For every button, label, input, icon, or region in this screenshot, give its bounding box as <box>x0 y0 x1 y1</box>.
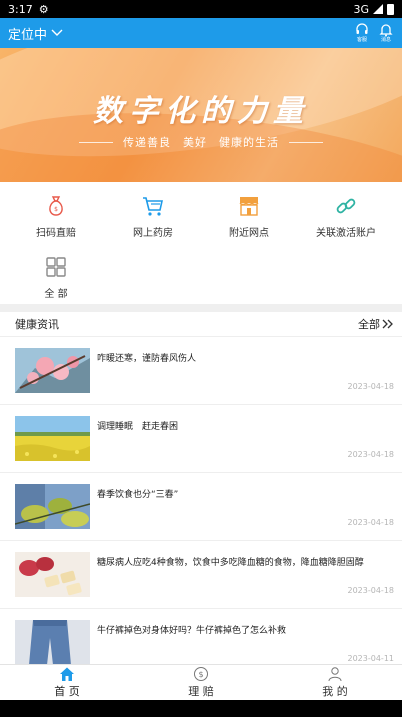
news-title: 牛仔裤掉色对身体好吗？牛仔裤掉色了怎么补救 <box>97 626 287 636</box>
tab-home[interactable]: 首 页 <box>0 665 134 700</box>
news-all-link[interactable]: 全部 <box>358 316 394 332</box>
signal-icon <box>373 4 383 14</box>
tab-claims-label: 理 赔 <box>188 685 214 698</box>
tab-profile[interactable]: 我 的 <box>268 665 402 700</box>
quick-menu: $ 扫码直赔 网上药房 附近网点 关联激活账户 全 部 <box>0 182 402 304</box>
system-navigation-bar <box>0 700 402 717</box>
news-item[interactable]: 调理睡眠 赶走春困 2023-04-18 <box>0 404 402 472</box>
tab-profile-label: 我 的 <box>322 685 348 698</box>
tab-home-label: 首 页 <box>54 685 80 698</box>
news-item[interactable]: 咋暖还寒，谨防春风伤人 2023-04-18 <box>0 336 402 404</box>
status-bar: 3:17 ⚙ 3G <box>0 0 402 18</box>
section-divider <box>0 304 402 312</box>
money-bag-icon: $ <box>49 196 63 216</box>
divider-line <box>79 141 113 143</box>
quick-nearby-outlets[interactable]: 附近网点 <box>201 194 297 239</box>
notifications-button[interactable]: 消息 <box>378 23 394 43</box>
user-icon <box>328 667 342 682</box>
news-title: 咋暖还寒，谨防春风伤人 <box>97 354 197 364</box>
news-all-label: 全部 <box>358 318 380 331</box>
banner-subtitle-row: 传递善良 美好 健康的生活 <box>0 134 402 150</box>
bottom-tab-bar: 首 页 $ 理 赔 我 的 <box>0 664 402 700</box>
network-label: 3G <box>353 2 369 16</box>
banner-subtitle: 传递善良 美好 健康的生活 <box>123 136 279 149</box>
news-title: 调理睡眠 赶走春困 <box>97 422 179 432</box>
blossom-image <box>15 348 90 393</box>
quick-all[interactable]: 全 部 <box>8 255 104 300</box>
customer-service-label: 客服 <box>356 37 367 43</box>
quick-online-pharmacy-label: 网上药房 <box>133 228 173 239</box>
quick-scan-claim[interactable]: $ 扫码直赔 <box>8 194 104 239</box>
bell-icon <box>379 24 393 37</box>
store-icon <box>239 197 259 216</box>
news-section-header: 健康资讯 全部 <box>0 312 402 336</box>
status-time: 3:17 <box>8 2 33 16</box>
news-date: 2023-04-18 <box>347 518 395 527</box>
news-section-title: 健康资讯 <box>15 318 59 331</box>
settings-gear-icon: ⚙ <box>38 2 49 16</box>
quick-scan-claim-label: 扫码直赔 <box>36 228 76 239</box>
quick-online-pharmacy[interactable]: 网上药房 <box>105 194 201 239</box>
food-image <box>15 552 90 597</box>
svg-text:$: $ <box>198 670 203 679</box>
headset-icon <box>356 23 368 34</box>
battery-icon <box>387 3 394 15</box>
notifications-label: 消息 <box>380 37 391 43</box>
news-date: 2023-04-18 <box>347 382 395 391</box>
news-item[interactable]: 糖尿病人应吃4种食物，饮食中多吃降血糖的食物，降血糖降胆固醇 2023-04-1… <box>0 540 402 608</box>
quick-link-account[interactable]: 关联激活账户 <box>298 194 394 239</box>
svg-text:$: $ <box>54 206 58 213</box>
quick-all-label: 全 部 <box>44 289 68 300</box>
news-date: 2023-04-18 <box>347 586 395 595</box>
news-title: 春季饮食也分“三春” <box>97 490 179 500</box>
location-selector[interactable]: 定位中 <box>8 24 63 43</box>
news-title: 糖尿病人应吃4种食物，饮食中多吃降血糖的食物，降血糖降胆固醇 <box>97 558 364 568</box>
tab-claims[interactable]: $ 理 赔 <box>134 665 268 700</box>
location-label: 定位中 <box>8 27 48 43</box>
shopping-cart-icon <box>143 197 163 216</box>
banner-title: 数字化的力量 <box>93 94 309 129</box>
claim-icon: $ <box>194 667 208 681</box>
customer-service-button[interactable]: 客服 <box>354 23 370 43</box>
grid-icon <box>46 257 66 277</box>
spring-leaves-image <box>15 484 90 529</box>
news-list: 咋暖还寒，谨防春风伤人 2023-04-18 调理睡眠 赶走春困 2023-04… <box>0 336 402 676</box>
news-date: 2023-04-18 <box>347 450 395 459</box>
quick-link-account-label: 关联激活账户 <box>316 228 376 239</box>
promo-banner[interactable]: 数字化的力量 传递善良 美好 健康的生活 <box>0 48 402 182</box>
home-icon <box>60 667 74 681</box>
chevron-down-icon <box>51 29 63 36</box>
link-icon <box>336 198 356 214</box>
flower-field-image <box>15 416 90 461</box>
divider-line <box>289 141 323 143</box>
news-item[interactable]: 春季饮食也分“三春” 2023-04-18 <box>0 472 402 540</box>
top-header: 定位中 客服 消息 <box>0 18 402 48</box>
quick-nearby-outlets-label: 附近网点 <box>229 228 269 239</box>
jeans-image <box>15 620 90 665</box>
news-date: 2023-04-11 <box>347 654 395 663</box>
double-chevron-right-icon <box>382 319 393 329</box>
